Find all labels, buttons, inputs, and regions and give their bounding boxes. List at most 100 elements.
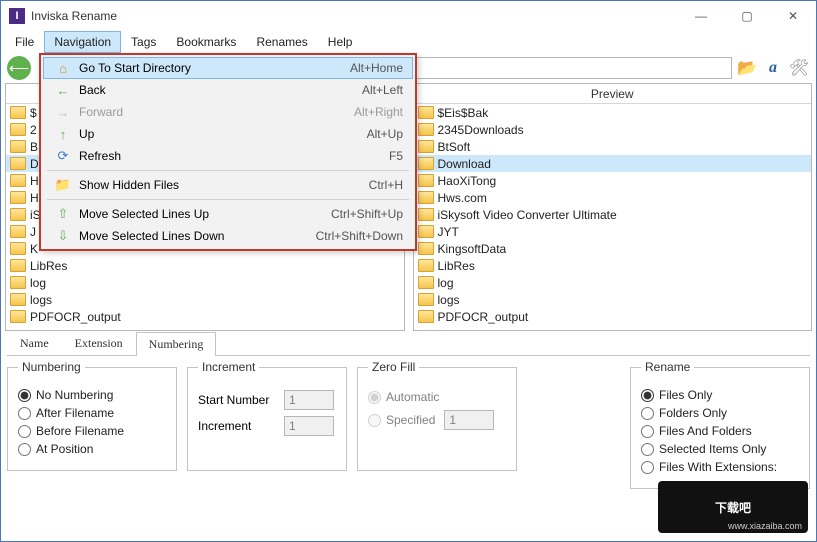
tab-name[interactable]: Name	[7, 331, 62, 355]
start-number-input[interactable]: 1	[284, 390, 334, 410]
app-icon: I	[9, 8, 25, 24]
tab-extension[interactable]: Extension	[62, 331, 136, 355]
tools-icon[interactable]: 🛠	[788, 57, 810, 79]
menu-help[interactable]: Help	[318, 31, 363, 53]
menu-item-shortcut: Alt+Home	[350, 61, 403, 75]
folder-icon	[418, 242, 434, 255]
folder-icon	[10, 259, 26, 272]
file-name: K	[30, 242, 38, 256]
numbering-option-2[interactable]: Before Filename	[18, 424, 166, 438]
menu-item-refresh[interactable]: ⟳ RefreshF5	[43, 145, 413, 167]
maximize-button[interactable]: ▢	[724, 1, 770, 31]
tab-numbering[interactable]: Numbering	[136, 332, 217, 356]
zerofill-spec-radio[interactable]: Specified 1	[368, 410, 506, 430]
folder-icon	[10, 157, 26, 170]
folder-icon	[10, 106, 26, 119]
file-name: D	[30, 157, 39, 171]
zerofill-spec-input[interactable]: 1	[444, 410, 494, 430]
file-name: PDFOCR_output	[438, 310, 529, 324]
menu-item-shortcut: Alt+Right	[354, 105, 403, 119]
increment-input[interactable]: 1	[284, 416, 334, 436]
menu-item-shortcut: Alt+Up	[367, 127, 403, 141]
folder-icon	[10, 276, 26, 289]
rename-group: Rename Files Only Folders Only Files And F…	[630, 360, 810, 489]
folder-icon	[10, 174, 26, 187]
menu-navigation[interactable]: Navigation	[44, 31, 121, 53]
folder-open-icon[interactable]: 📂	[736, 57, 758, 79]
rename-option-2[interactable]: Files And Folders	[641, 424, 799, 438]
close-button[interactable]: ✕	[770, 1, 816, 31]
menu-tags[interactable]: Tags	[121, 31, 166, 53]
file-row[interactable]: $Eis$Bak	[414, 104, 812, 121]
file-row[interactable]: logs	[6, 291, 404, 308]
file-row[interactable]: logs	[414, 291, 812, 308]
numbering-option-1[interactable]: After Filename	[18, 406, 166, 420]
rename-option-3[interactable]: Selected Items Only	[641, 442, 799, 456]
rename-option-0[interactable]: Files Only	[641, 388, 799, 402]
file-name: $	[30, 106, 37, 120]
menu-item-shortcut: Ctrl+Shift+Up	[331, 207, 403, 221]
file-name: iSkysoft Video Converter Ultimate	[438, 208, 617, 222]
file-name: LibRes	[30, 259, 67, 273]
file-row[interactable]: LibRes	[414, 257, 812, 274]
menu-item-show-hidden-files[interactable]: 📁Show Hidden FilesCtrl+H	[43, 174, 413, 196]
rename-legend: Rename	[641, 360, 694, 374]
a-icon[interactable]: a	[762, 57, 784, 79]
menu-file[interactable]: File	[5, 31, 44, 53]
file-row[interactable]: KingsoftData	[414, 240, 812, 257]
title-bar: I Inviska Rename — ▢ ✕	[1, 1, 816, 31]
menu-renames[interactable]: Renames	[246, 31, 317, 53]
menu-item-back[interactable]: ←BackAlt+Left	[43, 79, 413, 101]
file-name: $Eis$Bak	[438, 106, 489, 120]
file-row[interactable]: iSkysoft Video Converter Ultimate	[414, 206, 812, 223]
rename-option-1[interactable]: Folders Only	[641, 406, 799, 420]
menu-item-go-to-start-directory[interactable]: ⌂Go To Start DirectoryAlt+Home	[43, 57, 413, 79]
menu-item-label: Move Selected Lines Up	[79, 207, 331, 221]
file-name: KingsoftData	[438, 242, 507, 256]
minimize-button[interactable]: —	[678, 1, 724, 31]
file-row[interactable]: JYT	[414, 223, 812, 240]
refresh-icon: ⟳	[53, 148, 73, 164]
mdown-icon: ⇩	[53, 228, 73, 244]
increment-label: Increment	[198, 419, 278, 433]
file-name: log	[438, 276, 454, 290]
numbering-option-0[interactable]: No Numbering	[18, 388, 166, 402]
menu-bookmarks[interactable]: Bookmarks	[166, 31, 246, 53]
file-row[interactable]: PDFOCR_output	[6, 308, 404, 325]
address-bar[interactable]	[415, 57, 732, 79]
menu-item-shortcut: Ctrl+Shift+Down	[316, 229, 403, 243]
menu-item-up[interactable]: ↑UpAlt+Up	[43, 123, 413, 145]
file-name: J	[30, 225, 36, 239]
mup-icon: ⇧	[53, 206, 73, 222]
file-row[interactable]: Hws.com	[414, 189, 812, 206]
file-row[interactable]: HaoXiTong	[414, 172, 812, 189]
file-name: Download	[438, 157, 491, 171]
menu-item-shortcut: Ctrl+H	[369, 178, 403, 192]
back-button[interactable]: ⟵	[7, 56, 31, 80]
menu-item-move-selected-lines-down[interactable]: ⇩Move Selected Lines DownCtrl+Shift+Down	[43, 225, 413, 247]
folder-icon	[418, 259, 434, 272]
rename-option-4[interactable]: Files With Extensions:	[641, 460, 799, 474]
folder-icon	[10, 123, 26, 136]
watermark: 下载吧 www.xiazaiba.com	[658, 481, 808, 533]
file-row[interactable]: Download	[414, 155, 812, 172]
menu-item-label: Forward	[79, 105, 354, 119]
menu-item-shortcut: F5	[389, 149, 403, 163]
file-row[interactable]: log	[414, 274, 812, 291]
file-row[interactable]: log	[6, 274, 404, 291]
menu-item-label: Refresh	[79, 149, 389, 163]
increment-group: Increment Start Number 1 Increment 1	[187, 360, 347, 471]
menu-item-move-selected-lines-up[interactable]: ⇧ Move Selected Lines UpCtrl+Shift+Up	[43, 203, 413, 225]
folder-icon	[10, 242, 26, 255]
folder-icon	[418, 174, 434, 187]
menu-bar: FileNavigationTagsBookmarksRenamesHelp	[1, 31, 816, 53]
file-row[interactable]: LibRes	[6, 257, 404, 274]
numbering-legend: Numbering	[18, 360, 85, 374]
file-row[interactable]: PDFOCR_output	[414, 308, 812, 325]
file-row[interactable]: BtSoft	[414, 138, 812, 155]
file-row[interactable]: 2345Downloads	[414, 121, 812, 138]
file-list-preview[interactable]: Preview $Eis$Bak2345DownloadsBtSoftDownl…	[413, 83, 813, 331]
numbering-option-3[interactable]: At Position	[18, 442, 166, 456]
zerofill-auto-radio[interactable]: Automatic	[368, 390, 506, 404]
folder-icon: 📁	[53, 177, 73, 193]
